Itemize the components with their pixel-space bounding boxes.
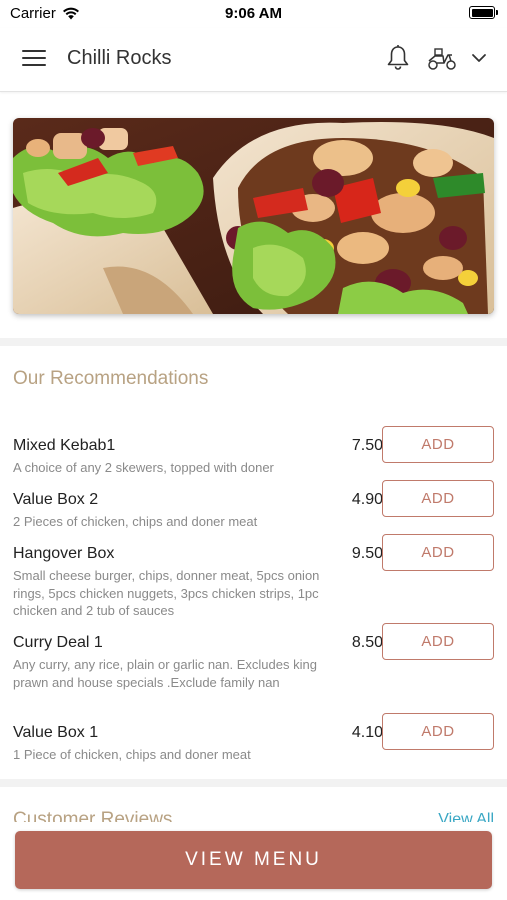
view-menu-button[interactable]: VIEW MENU <box>15 831 492 889</box>
status-right <box>469 6 498 19</box>
section-divider <box>0 338 507 346</box>
bell-icon[interactable] <box>385 44 411 72</box>
status-bar: Carrier 9:06 AM <box>0 0 507 28</box>
menu-item: Hangover Box Small cheese burger, chips,… <box>13 534 494 620</box>
app-header: Chilli Rocks <box>0 28 507 92</box>
item-price: 4.90 <box>351 491 383 508</box>
menu-item: Mixed Kebab1 A choice of any 2 skewers, … <box>13 426 494 477</box>
item-price: 7.50 <box>351 437 383 454</box>
item-description: A choice of any 2 skewers, topped with d… <box>13 460 274 475</box>
hamburger-menu-icon[interactable] <box>22 50 46 68</box>
section-divider <box>0 779 507 787</box>
add-button[interactable]: ADD <box>382 426 494 463</box>
menu-item: Value Box 2 2 Pieces of chicken, chips a… <box>13 480 494 531</box>
add-button[interactable]: ADD <box>382 623 494 660</box>
item-description: Any curry, any rice, plain or garlic nan… <box>13 657 317 690</box>
add-button[interactable]: ADD <box>382 480 494 517</box>
item-description: 1 Piece of chicken, chips and doner meat <box>13 747 251 762</box>
recommendations-title: Our Recommendations <box>13 368 209 389</box>
item-price: 8.50 <box>351 634 383 651</box>
app-title: Chilli Rocks <box>67 47 172 69</box>
chevron-down-icon[interactable] <box>470 50 488 66</box>
add-button[interactable]: ADD <box>382 713 494 750</box>
delivery-scooter-icon[interactable] <box>426 46 458 72</box>
item-price: 9.50 <box>351 545 383 562</box>
hero-banner-image <box>13 118 494 314</box>
menu-item: Curry Deal 1 Any curry, any rice, plain … <box>13 623 494 691</box>
menu-item: Value Box 1 1 Piece of chicken, chips an… <box>13 713 494 764</box>
item-description: Small cheese burger, chips, donner meat,… <box>13 568 320 618</box>
item-description: 2 Pieces of chicken, chips and doner mea… <box>13 514 258 529</box>
battery-icon <box>469 6 498 19</box>
add-button[interactable]: ADD <box>382 534 494 571</box>
item-price: 4.10 <box>351 724 383 741</box>
status-time: 9:06 AM <box>225 5 282 22</box>
